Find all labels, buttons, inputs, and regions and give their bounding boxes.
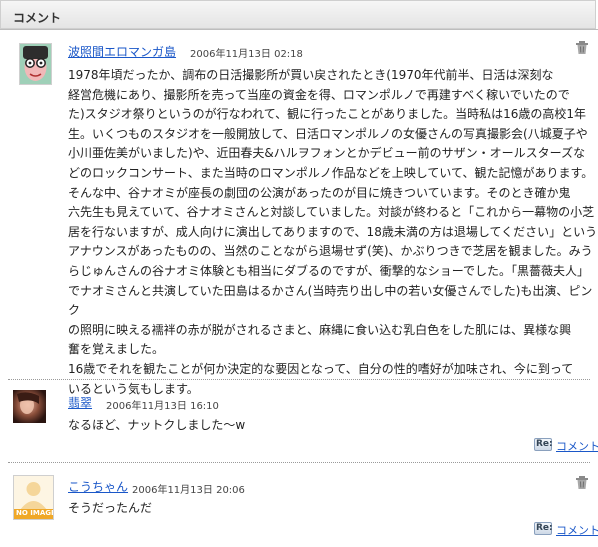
comment-body-line: 小川亜佐美がいました)や、近田春夫&ハルヲフォンとかデビュー前のサザン・オールス…: [68, 146, 586, 161]
trash-icon[interactable]: [576, 476, 588, 489]
comment-avatar[interactable]: [19, 43, 52, 85]
comment-avatar[interactable]: NO IMAGE: [13, 475, 54, 520]
comment-body-line: の照明に映える襦袢の赤が脱がされるさまと、麻縄に食い込む乳白色をした肌には、異様…: [68, 322, 572, 337]
reply-link[interactable]: コメント: [556, 522, 598, 538]
comment-body-line: 六先生も見えていて、谷ナオミさんと対談していました。対談が終わると「これから一幕…: [68, 205, 595, 220]
reply-icon-text: Re:: [536, 523, 553, 533]
comment-body: そうだったんだ: [68, 501, 153, 515]
cartoon-face-avatar-icon: [20, 44, 51, 84]
comment-author-link[interactable]: 波照間エロマンガ島: [68, 43, 176, 60]
comment-body-line: た)スタジオ祭りというのが行なわれて、観に行ったことがありました。当時私は16歳…: [68, 107, 587, 122]
comment-body-line: らじゅんさんの谷ナオミ体験とも相当にダブるのですが、衝撃的なショーでした。「黒薔…: [68, 263, 590, 278]
comment-body-line: 生。いくつものスタジオを一般開放して、日活ロマンポルノの女優さんの写真撮影会(八…: [68, 126, 588, 141]
comment-avatar[interactable]: [13, 390, 46, 423]
reply-icon: Re:: [534, 438, 553, 451]
comment-body-line: 居を行ないますが、成人向けに演出してありますので、18歳未満の方は退場してくださ…: [68, 224, 598, 239]
no-image-label: NO IMAGE: [16, 509, 54, 517]
comment-date: 2006年11月13日 16:10: [106, 401, 219, 412]
comment-author-link[interactable]: こうちゃん: [68, 478, 128, 495]
comment-date: 2006年11月13日 20:06: [132, 485, 245, 496]
comment-body-line: 経営危機にあり、撮影所を売って当座の資金を得、ロマンポルノで再建すべく稼いでいた…: [68, 87, 570, 102]
comment-body-line: アナウンスがあったものの、当然のことながら退場せず(笑)、かぶりつきで芝居を観ま…: [68, 244, 593, 259]
trash-icon[interactable]: [576, 41, 588, 54]
comment-body-line: 奮を覚えました。: [68, 342, 165, 357]
comments-header: コメント: [0, 0, 596, 29]
comment-body-line: そんな中、谷ナオミが座長の劇団の公演があったのが目に焼きついています。そのとき確…: [68, 185, 571, 200]
comment-body-line: でナオミさんと共演していた田島はるかさん(当時売り出し中の若い女優さんでした)も…: [68, 283, 593, 318]
comment-author-link[interactable]: 翡翠: [68, 394, 92, 411]
comments-header-title: コメント: [13, 11, 62, 25]
comment-body-line: どのロックコンサート、また当時のロマンポルノ作品などを上映していて、観た記憶があ…: [68, 165, 594, 180]
comment-body: 1978年頃だったか、調布の日活撮影所が買い戻されたとき(1970年代前半、日活…: [68, 66, 598, 399]
comment-body-line: 16歳でそれを観たことが何か決定的な要因となって、自分の性的嗜好が加味され、今に…: [68, 361, 574, 376]
photo-avatar-icon: [13, 390, 46, 423]
comment-separator: [8, 379, 590, 380]
reply-link[interactable]: コメント: [556, 438, 598, 454]
reply-icon: Re:: [534, 522, 553, 535]
comment-body: なるほど、ナットクしました〜w: [68, 418, 246, 432]
comment-date: 2006年11月13日 02:18: [190, 49, 303, 60]
header-divider: [0, 29, 598, 30]
comment-separator: [8, 462, 590, 463]
reply-icon-text: Re:: [536, 439, 553, 449]
comment-body-line: 1978年頃だったか、調布の日活撮影所が買い戻されたとき(1970年代前半、日活…: [68, 68, 554, 82]
